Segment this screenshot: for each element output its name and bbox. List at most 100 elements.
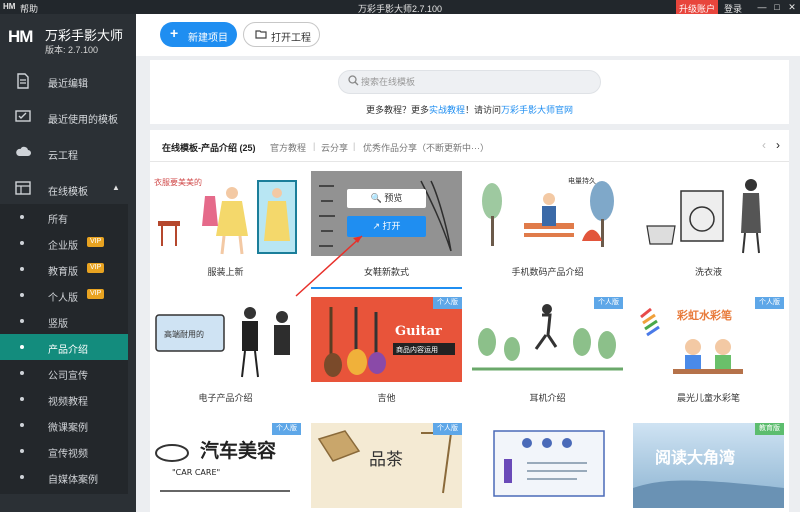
- search-icon: 🔍: [370, 193, 382, 203]
- thumb-text: 商品内容运用: [396, 345, 438, 354]
- bullet-icon: [20, 293, 24, 297]
- template-grid: 衣服要美美的 服装上新 🔍 预览 ↗ 打开 女鞋新款式 电量持久 手机数码产品介…: [150, 162, 789, 512]
- open-label: 打开: [382, 221, 401, 231]
- tab-official-tutorials[interactable]: 官方教程: [270, 141, 306, 154]
- category-label: 宣传视频: [48, 449, 88, 460]
- edition-badge: 个人版: [272, 423, 301, 435]
- template-card[interactable]: 电量持久 手机数码产品介绍: [472, 171, 623, 289]
- category-video-tutorial[interactable]: 视频教程: [0, 386, 128, 412]
- category-label: 自媒体案例: [48, 475, 98, 486]
- category-enterprise[interactable]: 企业版 VIP: [0, 230, 128, 256]
- category-personal[interactable]: 个人版 VIP: [0, 282, 128, 308]
- template-thumbnail: [633, 171, 784, 256]
- category-label: 竖版: [48, 319, 68, 330]
- chevron-left-icon[interactable]: ‹: [762, 138, 766, 152]
- template-card[interactable]: 个人版 耳机介绍: [472, 297, 623, 415]
- search-box[interactable]: [338, 70, 601, 94]
- plus-icon: +: [170, 25, 179, 41]
- edition-badge: 个人版: [755, 297, 784, 309]
- template-card[interactable]: 高端耐用的 电子产品介绍: [150, 297, 301, 415]
- brand-version: 版本: 2.7.100: [45, 45, 99, 55]
- edition-badge: 个人版: [433, 423, 462, 435]
- sidebar-item-recent-edit[interactable]: 最近编辑: [0, 64, 136, 100]
- category-product-intro[interactable]: 产品介绍: [0, 334, 128, 360]
- new-project-button[interactable]: + 新建项目: [160, 22, 237, 47]
- vip-badge: VIP: [87, 263, 105, 273]
- sidebar-item-label: 在线模板: [48, 187, 88, 198]
- category-label: 企业版: [48, 241, 78, 252]
- template-card[interactable]: 彩虹水彩笔 个人版 晨光儿童水彩笔: [633, 297, 784, 415]
- category-label: 个人版: [48, 293, 78, 304]
- bullet-icon: [20, 345, 24, 349]
- close-icon[interactable]: ✕: [786, 1, 798, 13]
- sidebar: HM 万彩手影大师 版本: 2.7.100 最近编辑 最近使用的模板 云工程 在…: [0, 14, 136, 512]
- thumb-text: 电量持久: [568, 176, 596, 185]
- template-thumbnail: 阅读大角湾 教育版: [633, 423, 784, 508]
- category-label: 公司宣传: [48, 371, 88, 382]
- tutorial-link[interactable]: 实战教程: [429, 105, 465, 115]
- main-area: + 新建项目 打开工程 更多教程？更多实战教程！请访问万彩手影大师官网 在线模板…: [136, 14, 800, 512]
- tab-excellent-works[interactable]: 优秀作品分享（不断更新中···）: [363, 141, 489, 154]
- chevron-up-icon: ▲: [112, 183, 120, 192]
- category-vertical[interactable]: 竖版: [0, 308, 128, 334]
- thumb-text: 高端耐用的: [164, 329, 204, 339]
- chevron-right-icon[interactable]: ›: [776, 138, 780, 152]
- category-label: 视频教程: [48, 397, 88, 408]
- category-micro-lesson[interactable]: 微课案例: [0, 412, 128, 438]
- template-title: 女鞋新款式: [363, 267, 409, 277]
- template-icon: [14, 181, 32, 197]
- template-thumbnail: 衣服要美美的: [150, 171, 301, 256]
- thumb-text: 彩虹水彩笔: [676, 308, 732, 322]
- category-label: 产品介绍: [48, 345, 88, 356]
- template-card[interactable]: [472, 423, 623, 512]
- template-card[interactable]: 洗衣液: [633, 171, 784, 289]
- category-company-promo[interactable]: 公司宣传: [0, 360, 128, 386]
- template-card[interactable]: Guitar 商品内容运用 个人版 吉他: [311, 297, 462, 415]
- template-card[interactable]: 🔍 预览 ↗ 打开 女鞋新款式: [311, 171, 462, 289]
- template-thumbnail: 🔍 预览 ↗ 打开: [311, 171, 462, 256]
- sidebar-item-recent-templates[interactable]: 最近使用的模板: [0, 100, 136, 136]
- search-panel: 更多教程？更多实战教程！请访问万彩手影大师官网: [150, 60, 789, 124]
- open-template-button[interactable]: ↗ 打开: [347, 216, 426, 237]
- cloud-icon: [14, 145, 32, 161]
- edition-badge: 个人版: [594, 297, 623, 309]
- search-icon: [348, 75, 359, 89]
- search-input[interactable]: [361, 75, 591, 89]
- tab-online-templates[interactable]: 在线模板-产品介绍 (25): [162, 141, 256, 154]
- minimize-icon[interactable]: —: [756, 1, 768, 13]
- template-card[interactable]: 阅读大角湾 教育版: [633, 423, 784, 512]
- template-title: 耳机介绍: [529, 393, 566, 403]
- template-title: 晨光儿童水彩笔: [676, 393, 740, 403]
- help-text: 更多教程？更多: [365, 105, 429, 115]
- template-card[interactable]: 衣服要美美的 服装上新: [150, 171, 301, 289]
- toolbar: + 新建项目 打开工程: [136, 14, 800, 56]
- thumb-text: 阅读大角湾: [655, 448, 735, 467]
- sidebar-item-cloud[interactable]: 云工程: [0, 136, 136, 172]
- official-site-link[interactable]: 万彩手影大师官网: [501, 105, 573, 115]
- category-promo-video[interactable]: 宣传视频: [0, 438, 128, 464]
- template-card[interactable]: 汽车美容 "CAR CARE" 个人版: [150, 423, 301, 512]
- template-card[interactable]: 品茶 个人版: [311, 423, 462, 512]
- template-title: 电子产品介绍: [198, 393, 253, 403]
- preview-button[interactable]: 🔍 预览: [347, 189, 426, 208]
- category-label: 所有: [48, 215, 68, 226]
- open-project-button[interactable]: 打开工程: [243, 22, 320, 47]
- bullet-icon: [20, 449, 24, 453]
- category-education[interactable]: 教育版 VIP: [0, 256, 128, 282]
- brand-name: 万彩手影大师: [45, 28, 124, 43]
- help-line: 更多教程？更多实战教程！请访问万彩手影大师官网: [150, 103, 789, 116]
- maximize-icon[interactable]: □: [771, 1, 783, 13]
- title-bar: HM 帮助 万彩手影大师2.7.100 升级账户 登录 — □ ✕: [0, 0, 800, 14]
- template-tabs: 在线模板-产品介绍 (25) 官方教程 | 云分享 | 优秀作品分享（不断更新中…: [150, 130, 789, 162]
- sidebar-item-online-templates[interactable]: 在线模板 ▲: [0, 172, 136, 208]
- template-thumbnail: 个人版: [472, 297, 623, 382]
- vip-badge: VIP: [87, 289, 105, 299]
- brand: HM 万彩手影大师 版本: 2.7.100: [0, 14, 136, 62]
- bullet-icon: [20, 371, 24, 375]
- category-label: 微课案例: [48, 423, 88, 434]
- category-all[interactable]: 所有: [0, 204, 128, 230]
- tab-cloud-share[interactable]: 云分享: [321, 141, 348, 154]
- upgrade-account-button[interactable]: 升级账户: [676, 0, 719, 14]
- category-self-media[interactable]: 自媒体案例: [0, 464, 128, 490]
- bullet-icon: [20, 397, 24, 401]
